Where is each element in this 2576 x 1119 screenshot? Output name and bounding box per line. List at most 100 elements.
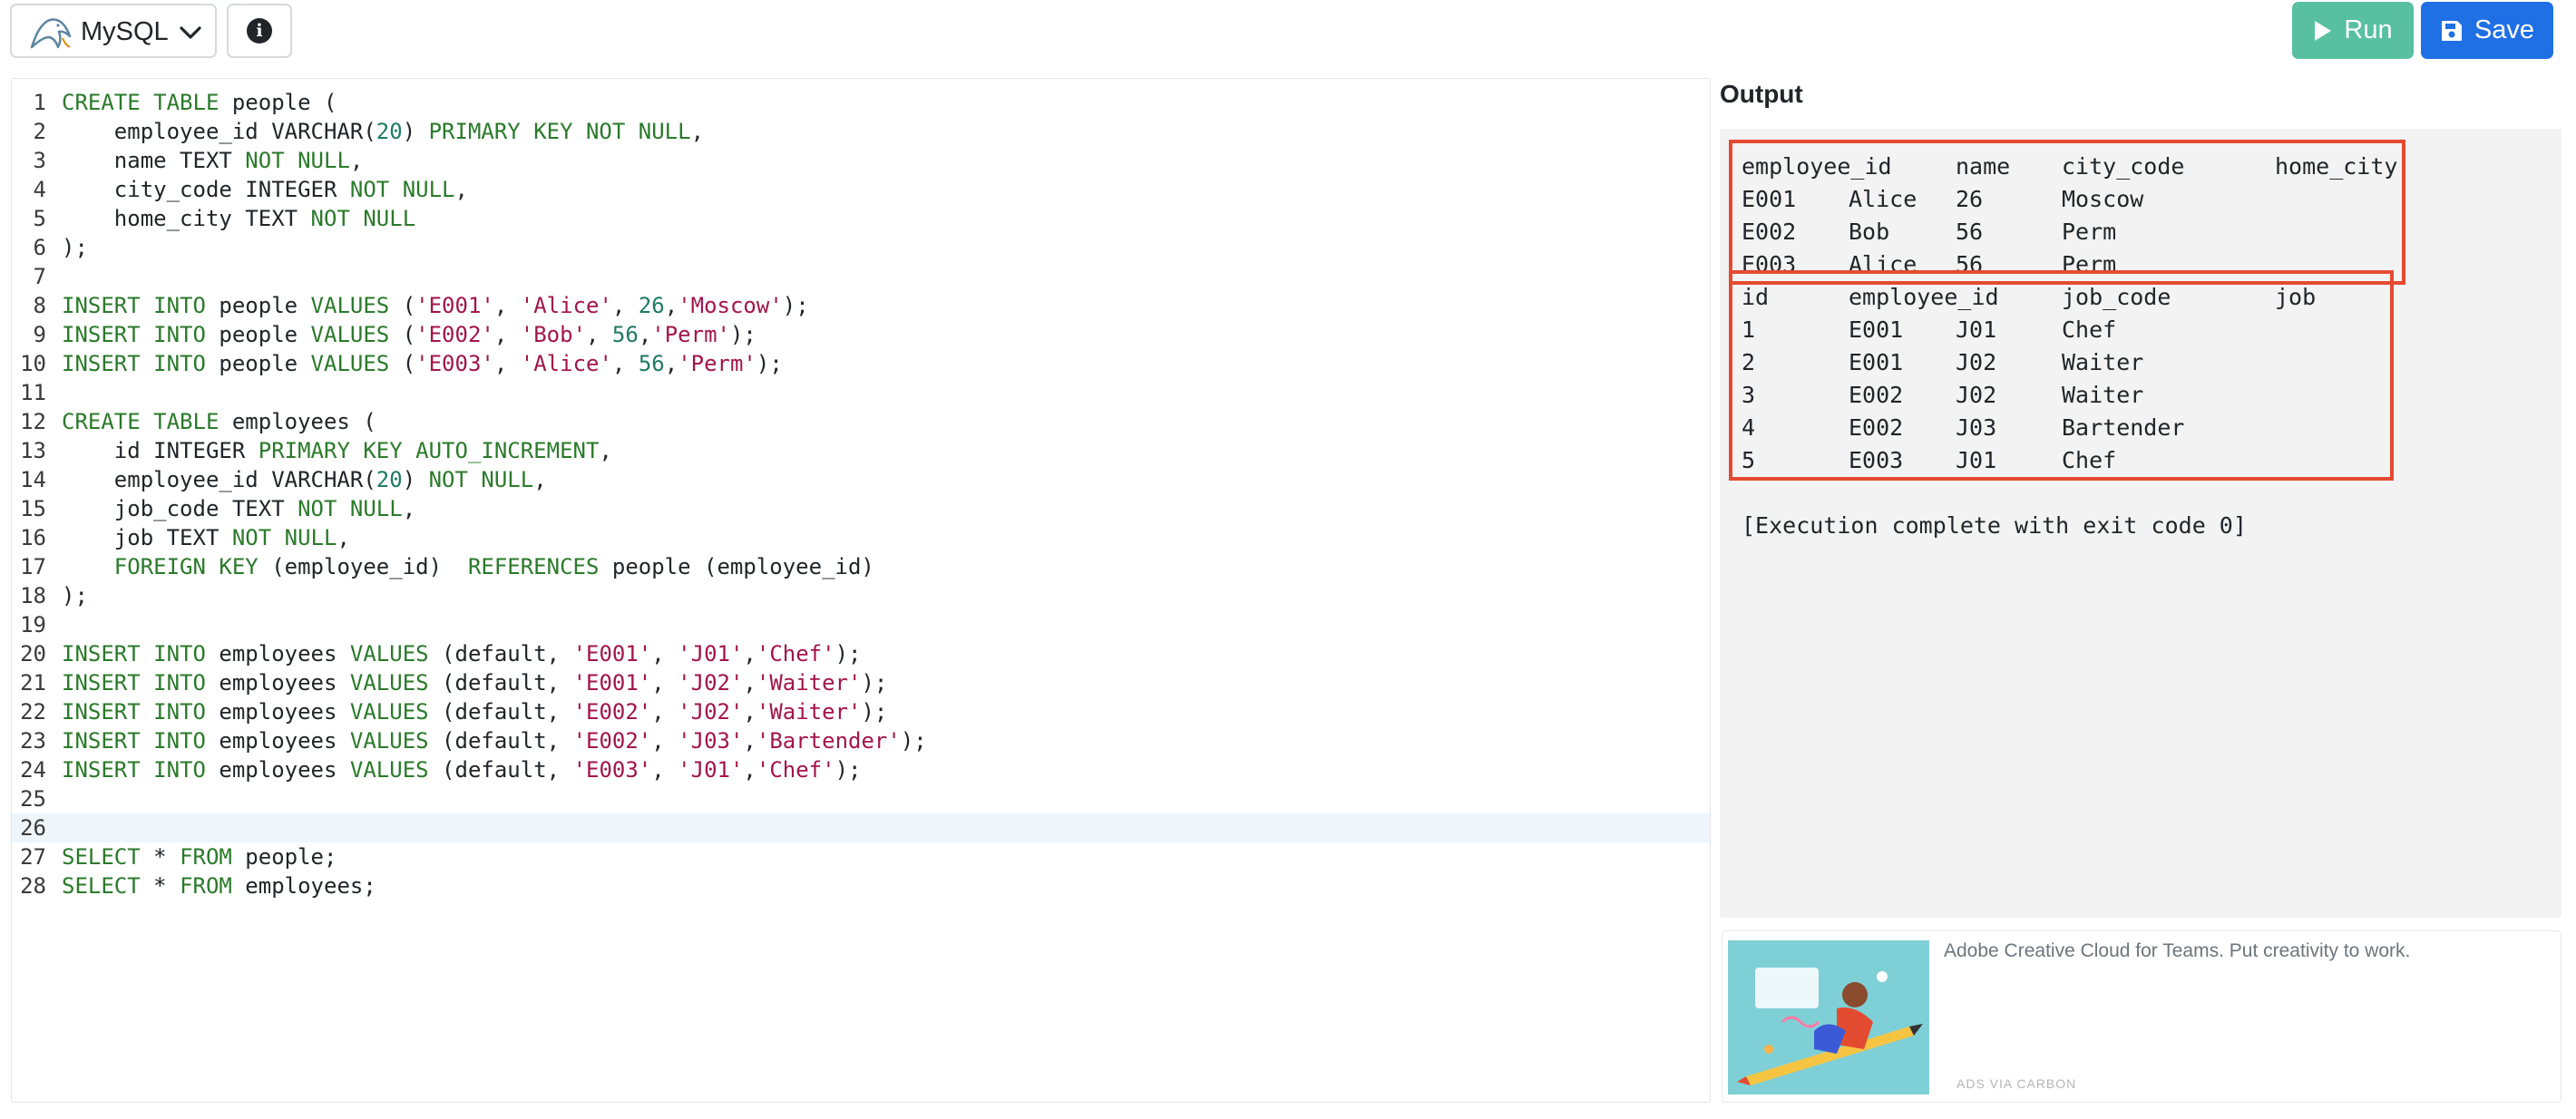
code-token: VALUES	[310, 351, 390, 376]
code-token: 'E002'	[572, 728, 652, 754]
save-button[interactable]: Save	[2421, 2, 2553, 59]
code-token: id INTEGER	[62, 438, 259, 463]
code-token: PRIMARY KEY AUTO_INCREMENT	[258, 438, 600, 463]
line-number: 22	[20, 699, 46, 725]
code-text: job TEXT NOT NULL,	[62, 523, 350, 552]
code-token: employees	[205, 670, 350, 696]
code-token: INSERT INTO	[62, 322, 206, 347]
mysql-dolphin-icon	[30, 18, 72, 49]
code-text: city_code INTEGER NOT NULL,	[62, 175, 468, 204]
line-number: 7	[33, 264, 46, 289]
code-line[interactable]: 9 INSERT INTO people VALUES ('E002', 'Bob…	[12, 320, 1710, 349]
code-line[interactable]: 2 employee_id VARCHAR(20) PRIMARY KEY NO…	[12, 117, 1710, 146]
code-token: (default,	[428, 670, 573, 696]
code-token: job_code TEXT	[62, 496, 298, 521]
code-token: 'J03'	[678, 728, 744, 754]
info-button[interactable]: i	[227, 4, 292, 58]
code-line[interactable]: 5 home_city TEXT NOT NULL	[12, 204, 1710, 233]
code-line[interactable]: 15 job_code TEXT NOT NULL,	[12, 494, 1710, 523]
code-line[interactable]: 21 INSERT INTO employees VALUES (default,…	[12, 668, 1710, 697]
code-token: ,	[533, 467, 547, 492]
line-number: 10	[20, 351, 46, 376]
code-token: 20	[376, 467, 403, 492]
code-text: INSERT INTO employees VALUES (default, '…	[62, 639, 861, 668]
line-number: 17	[20, 554, 46, 579]
highlight-box	[1729, 140, 2405, 285]
carbon-ad[interactable]: Adobe Creative Cloud for Teams. Put crea…	[1722, 930, 2561, 1103]
line-number: 18	[20, 583, 46, 608]
line-number: 19	[20, 612, 46, 637]
run-label: Run	[2344, 15, 2393, 44]
code-line[interactable]: 14 employee_id VARCHAR(20) NOT NULL,	[12, 465, 1710, 494]
code-token: ,	[349, 148, 364, 173]
execution-status: [Execution complete with exit code 0]	[1742, 512, 2247, 539]
code-token: INSERT INTO	[62, 670, 206, 696]
line-number: 13	[20, 438, 46, 463]
code-token: ,	[651, 728, 678, 754]
code-token: ,	[493, 351, 521, 376]
code-line[interactable]: 23 INSERT INTO employees VALUES (default,…	[12, 726, 1710, 755]
code-token: );	[834, 641, 862, 667]
code-token: (	[389, 322, 416, 347]
code-line[interactable]: 26	[12, 813, 1710, 842]
code-token: 'J02'	[678, 699, 744, 725]
code-token: ,	[611, 351, 639, 376]
code-token: people;	[231, 844, 337, 870]
chevron-down-icon	[180, 26, 201, 39]
code-token: );	[900, 728, 927, 754]
code-token: ,	[651, 699, 678, 725]
code-line[interactable]: 13 id INTEGER PRIMARY KEY AUTO_INCREMENT…	[12, 436, 1710, 465]
code-line[interactable]: 22 INSERT INTO employees VALUES (default,…	[12, 697, 1710, 726]
code-line[interactable]: 3 name TEXT NOT NULL,	[12, 146, 1710, 175]
line-number: 4	[33, 177, 46, 202]
code-token: 'Waiter'	[756, 699, 862, 725]
code-token: VALUES	[349, 670, 429, 696]
play-icon	[2315, 20, 2332, 41]
code-token: ,	[743, 757, 756, 783]
code-line[interactable]: 4 city_code INTEGER NOT NULL,	[12, 175, 1710, 204]
ad-illustration-image[interactable]	[1728, 940, 1929, 1095]
code-token: NOT NULL	[231, 525, 337, 550]
code-token: job TEXT	[62, 525, 232, 550]
code-token: REFERENCES	[467, 554, 600, 579]
ad-text[interactable]: Adobe Creative Cloud for Teams. Put crea…	[1944, 940, 2410, 962]
code-line[interactable]: 10 INSERT INTO people VALUES ('E003', 'Al…	[12, 349, 1710, 378]
code-line[interactable]: 8 INSERT INTO people VALUES ('E001', 'Ali…	[12, 291, 1710, 320]
code-line[interactable]: 19	[12, 610, 1710, 639]
floppy-disk-icon	[2441, 20, 2462, 41]
code-line[interactable]: 12 CREATE TABLE employees (	[12, 407, 1710, 436]
code-token: ,	[493, 322, 521, 347]
code-line[interactable]: 27 SELECT * FROM people;	[12, 842, 1710, 871]
code-token: 'Moscow'	[678, 293, 783, 318]
code-line[interactable]: 16 job TEXT NOT NULL,	[12, 523, 1710, 552]
code-line[interactable]: 17 FOREIGN KEY (employee_id) REFERENCES …	[12, 552, 1710, 581]
code-token: ,	[664, 293, 678, 318]
code-token: CREATE TABLE	[62, 409, 220, 434]
line-number: 2	[33, 119, 46, 144]
code-token: NOT NULL	[428, 467, 534, 492]
code-line[interactable]: 18);	[12, 581, 1710, 610]
code-line[interactable]: 6);	[12, 233, 1710, 262]
code-token: 'Chef'	[756, 641, 835, 667]
code-token: INSERT INTO	[62, 293, 206, 318]
code-token: employees (	[219, 409, 376, 434]
code-line[interactable]: 28 SELECT * FROM employees;	[12, 871, 1710, 900]
code-text: employee_id VARCHAR(20) PRIMARY KEY NOT …	[62, 117, 704, 146]
code-line[interactable]: 7	[12, 262, 1710, 291]
code-token: INSERT INTO	[62, 728, 206, 754]
code-token: 'E001'	[572, 670, 652, 696]
code-line[interactable]: 20 INSERT INTO employees VALUES (default,…	[12, 639, 1710, 668]
code-line[interactable]: 1 CREATE TABLE people (	[12, 88, 1710, 117]
run-button[interactable]: Run	[2292, 2, 2414, 59]
output-title: Output	[1720, 80, 1803, 108]
code-editor[interactable]: 1 CREATE TABLE people (2 employee_id VARC…	[11, 78, 1711, 1103]
code-token: );	[782, 293, 809, 318]
ads-via-carbon-label[interactable]: ADS VIA CARBON	[1956, 1076, 2076, 1091]
code-line[interactable]: 11	[12, 378, 1710, 407]
language-selector[interactable]: MySQL	[10, 4, 217, 58]
line-number: 20	[20, 641, 46, 667]
code-line[interactable]: 24 INSERT INTO employees VALUES (default,…	[12, 755, 1710, 784]
code-line[interactable]: 25	[12, 784, 1710, 813]
line-number: 12	[20, 409, 46, 434]
